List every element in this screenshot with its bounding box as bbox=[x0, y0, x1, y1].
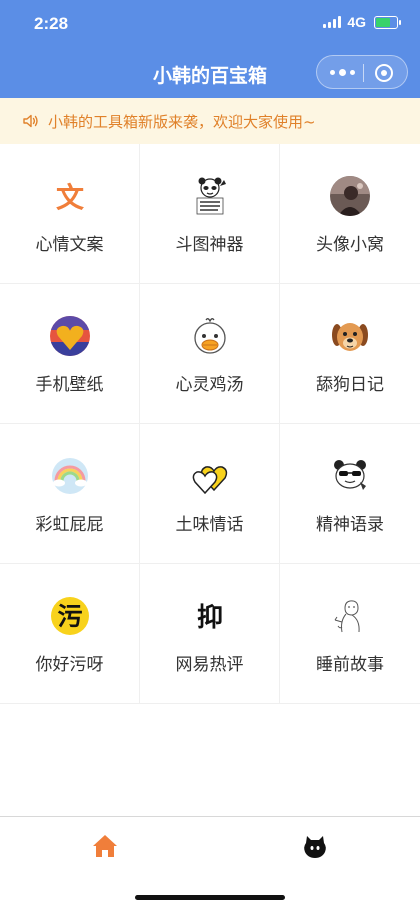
yi-character-icon: 抑 bbox=[197, 603, 223, 633]
tool-label: 网易热评 bbox=[175, 655, 244, 675]
tool-chicken-soup[interactable]: 心灵鸡汤 bbox=[140, 284, 280, 424]
svg-text:文: 文 bbox=[56, 181, 84, 214]
signal-icon bbox=[323, 16, 342, 28]
heart-wallpaper-icon bbox=[50, 316, 90, 356]
tool-rainbow-compliments[interactable]: 彩虹屁屁 bbox=[0, 424, 140, 564]
close-miniprogram-icon[interactable] bbox=[375, 64, 393, 82]
svg-text:污: 污 bbox=[57, 602, 82, 631]
tool-phone-wallpaper[interactable]: 手机壁纸 bbox=[0, 284, 140, 424]
tool-label: 土味情话 bbox=[175, 515, 244, 535]
wen-character-icon: 文 bbox=[56, 181, 84, 214]
tool-label: 心灵鸡汤 bbox=[175, 375, 244, 395]
tab-bar bbox=[0, 816, 420, 909]
tool-netease-comments[interactable]: 抑 网易热评 bbox=[140, 564, 280, 704]
tool-dog-diary[interactable]: 舔狗日记 bbox=[280, 284, 420, 424]
capsule-divider bbox=[363, 64, 364, 82]
sketch-figure-icon bbox=[334, 600, 360, 633]
profile-icon[interactable] bbox=[302, 833, 328, 859]
nav-bar: 小韩的百宝箱 bbox=[0, 48, 420, 98]
tool-label: 舔狗日记 bbox=[316, 375, 384, 395]
notice-bar[interactable]: 小韩的工具箱新版来袭，欢迎大家使用~ bbox=[0, 98, 420, 144]
notice-text: 小韩的工具箱新版来袭，欢迎大家使用~ bbox=[48, 112, 316, 131]
panda-sunglasses-icon bbox=[334, 460, 366, 490]
panda-meme-icon bbox=[196, 177, 226, 215]
tool-grid: 文 心情文案 斗图神器 头像小窝 手机壁纸 心灵鸡汤 舔狗日记 彩虹屁屁 土味情… bbox=[0, 144, 420, 704]
home-indicator bbox=[135, 895, 285, 900]
tool-label: 斗图神器 bbox=[175, 235, 244, 255]
tool-label: 睡前故事 bbox=[316, 655, 384, 675]
network-type: 4G bbox=[347, 14, 366, 30]
tool-naughty[interactable]: 污 你好污呀 bbox=[0, 564, 140, 704]
status-indicators: 4G bbox=[323, 14, 401, 30]
battery-icon bbox=[374, 15, 401, 29]
avatar-photo-icon bbox=[330, 176, 370, 216]
tool-bedtime-stories[interactable]: 睡前故事 bbox=[280, 564, 420, 704]
tool-label: 头像小窝 bbox=[316, 235, 384, 255]
tool-label: 手机壁纸 bbox=[35, 375, 104, 395]
duck-icon bbox=[194, 318, 226, 354]
home-icon[interactable] bbox=[92, 833, 118, 859]
speaker-icon bbox=[23, 114, 38, 128]
miniprogram-capsule bbox=[316, 55, 408, 89]
double-heart-icon bbox=[192, 466, 228, 495]
tool-spirit-quotes[interactable]: 精神语录 bbox=[280, 424, 420, 564]
status-bar: 2:28 4G bbox=[0, 0, 420, 48]
tool-mood-copy[interactable]: 文 心情文案 bbox=[0, 144, 140, 284]
status-time: 2:28 bbox=[34, 14, 69, 33]
tool-label: 彩虹屁屁 bbox=[35, 515, 104, 535]
tool-label: 精神语录 bbox=[316, 515, 384, 535]
dog-icon bbox=[332, 323, 368, 351]
wu-character-icon: 污 bbox=[51, 597, 89, 635]
tool-label: 你好污呀 bbox=[35, 655, 104, 675]
tool-avatar-nest[interactable]: 头像小窝 bbox=[280, 144, 420, 284]
tool-cheesy-lines[interactable]: 土味情话 bbox=[140, 424, 280, 564]
tool-meme-maker[interactable]: 斗图神器 bbox=[140, 144, 280, 284]
more-icon[interactable] bbox=[330, 69, 355, 76]
svg-text:抑: 抑 bbox=[197, 603, 223, 633]
rainbow-icon bbox=[52, 458, 88, 494]
tool-label: 心情文案 bbox=[35, 235, 104, 255]
